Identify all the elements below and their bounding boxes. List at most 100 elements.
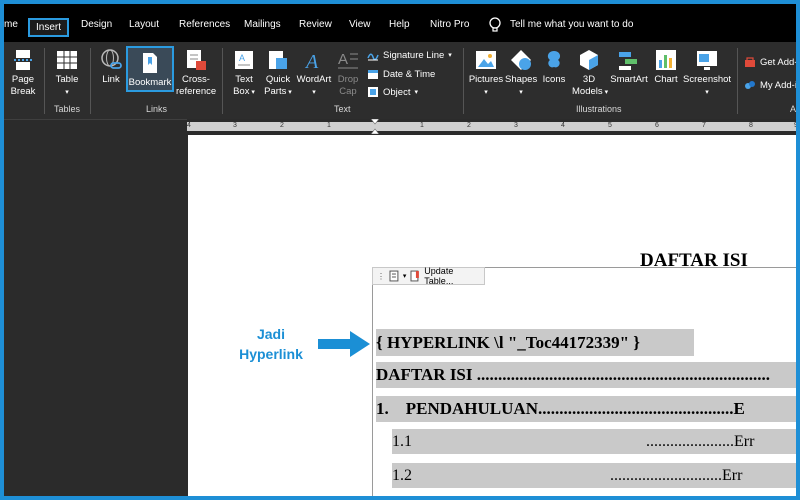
wordart-icon: A	[304, 51, 319, 72]
toolbar-grip-icon: ⋮	[377, 271, 385, 281]
chart-icon	[656, 50, 676, 70]
page-break-icon	[14, 50, 32, 70]
ruler-number: 7	[702, 122, 706, 129]
tab-review[interactable]: Review	[299, 19, 332, 30]
group-label-text: Text	[334, 104, 351, 114]
date-time-button[interactable]: Date & Time	[367, 68, 435, 80]
tab-layout[interactable]: Layout	[129, 19, 159, 30]
table-button[interactable]: Table ▾	[50, 48, 84, 99]
drop-cap-icon: A	[338, 51, 358, 69]
toc-entry-1-1[interactable]: 1.1 ......................Err	[392, 429, 796, 454]
toc-entry-number: 1.1	[392, 433, 412, 450]
lightbulb-icon	[489, 17, 501, 32]
horizontal-ruler[interactable]: 4 3 2 1 1 2 3 4 5 6 7 8 9	[187, 119, 798, 134]
tab-view[interactable]: View	[349, 19, 371, 30]
cube-icon	[580, 50, 598, 70]
group-label-links: Links	[146, 104, 168, 114]
ruler-number: 3	[233, 122, 237, 129]
ribbon-separator	[44, 48, 45, 114]
group-label-addins: Ad	[790, 104, 800, 114]
svg-text:A: A	[304, 51, 319, 72]
ruler-number: 4	[561, 122, 565, 129]
ruler-number: 9	[794, 122, 798, 129]
pictures-icon	[476, 51, 496, 69]
ruler-number: 2	[280, 122, 284, 129]
text-box-icon: A	[235, 51, 253, 69]
svg-text:A: A	[239, 53, 245, 63]
link-icon	[101, 49, 122, 69]
tab-help[interactable]: Help	[389, 19, 410, 30]
get-addins-button[interactable]: Get Add-in	[744, 56, 796, 68]
tell-me-search[interactable]: Tell me what you want to do	[510, 19, 633, 30]
object-icon	[368, 87, 378, 97]
chart-button[interactable]: Chart	[652, 48, 680, 86]
toc-entry-number: 1.2	[392, 467, 412, 484]
tab-nitro-pro[interactable]: Nitro Pro	[430, 19, 469, 30]
drop-cap-button[interactable]: A Drop Cap	[334, 48, 362, 98]
tab-references[interactable]: References	[179, 19, 230, 30]
ribbon-separator	[90, 48, 91, 114]
annotation-arrow-icon	[318, 331, 370, 357]
screenshot-button[interactable]: Screenshot ▾	[683, 48, 731, 99]
bookmark-button[interactable]: Bookmark	[126, 46, 174, 92]
toc-entry-leader: ............................Err	[610, 463, 742, 488]
table-icon	[57, 51, 77, 69]
cross-reference-button[interactable]: Cross- reference	[176, 48, 216, 98]
group-label-tables: Tables	[54, 104, 81, 114]
signature-line-button[interactable]: Signature Line ▾	[367, 49, 452, 61]
dropdown-arrow-icon[interactable]: ▾	[403, 272, 407, 280]
3d-models-button[interactable]: 3D Models ▾	[572, 48, 608, 99]
shapes-icon	[511, 50, 531, 70]
wordart-button[interactable]: A WordArt ▾	[296, 48, 332, 99]
ribbon-separator	[463, 48, 464, 114]
toc-entry-pendahuluan[interactable]: 1. PENDAHULUAN..........................…	[376, 396, 796, 422]
ribbon-separator	[222, 48, 223, 114]
toc-entry-tail: ............................Err	[610, 467, 743, 484]
object-button[interactable]: Object ▾	[367, 86, 418, 98]
update-table-icon	[410, 270, 420, 282]
toc-entry-1-2[interactable]: 1.2 ............................Err	[392, 463, 796, 488]
indent-marker-icon[interactable]	[370, 119, 380, 134]
toc-field-code[interactable]: { HYPERLINK \l "_Toc44172339" }	[376, 329, 694, 356]
ruler-number: 5	[608, 122, 612, 129]
ribbon-tab-bar: me Insert Design Layout References Maili…	[4, 4, 796, 42]
ribbon-separator	[737, 48, 738, 114]
ruler-number: 1	[327, 122, 331, 129]
quick-parts-button[interactable]: Quick Parts ▾	[262, 48, 294, 99]
toc-doc-icon[interactable]	[389, 270, 399, 282]
toc-entry-tail: ......................Err	[646, 433, 755, 450]
ruler-number: 6	[655, 122, 659, 129]
pictures-button[interactable]: Pictures ▾	[468, 48, 504, 99]
ruler-number: 8	[749, 122, 753, 129]
ruler-number: 1	[420, 122, 424, 129]
addins-icon	[745, 81, 755, 89]
icons-icon	[547, 51, 561, 68]
page-break-button[interactable]: Page Break	[8, 48, 38, 98]
annotation-line: Hyperlink	[239, 346, 303, 362]
ruler-track: 4 3 2 1 1 2 3 4 5 6 7 8 9	[187, 122, 798, 131]
tab-home[interactable]: me	[4, 19, 18, 30]
tab-insert[interactable]: Insert	[28, 18, 70, 37]
link-button[interactable]: Link	[96, 48, 126, 86]
annotation-line: Jadi	[256, 326, 285, 342]
group-label-illustrations: Illustrations	[576, 104, 622, 114]
smartart-icon	[619, 52, 637, 70]
screenshot-icon	[697, 51, 717, 70]
ruler-number: 4	[187, 122, 191, 129]
annotation-label: Jadi Hyperlink	[236, 324, 306, 364]
bookmark-icon	[143, 53, 157, 73]
ruler-number: 2	[467, 122, 471, 129]
toc-entry-leader: ......................Err	[646, 429, 754, 454]
word-window: me Insert Design Layout References Maili…	[0, 0, 800, 500]
shapes-button[interactable]: Shapes ▾	[505, 48, 537, 99]
tab-mailings[interactable]: Mailings	[244, 19, 281, 30]
quick-parts-icon	[269, 51, 287, 69]
signature-line-icon	[367, 53, 379, 61]
text-box-button[interactable]: A Text Box ▾	[228, 48, 260, 99]
icons-button[interactable]: Icons	[539, 48, 569, 86]
toc-entry-daftar-isi[interactable]: DAFTAR ISI .............................…	[376, 362, 796, 388]
my-addins-button[interactable]: My Add-in	[744, 79, 796, 91]
smartart-button[interactable]: SmartArt	[609, 48, 649, 86]
tab-design[interactable]: Design	[81, 19, 112, 30]
update-table-button[interactable]: Update Table...	[424, 266, 484, 286]
